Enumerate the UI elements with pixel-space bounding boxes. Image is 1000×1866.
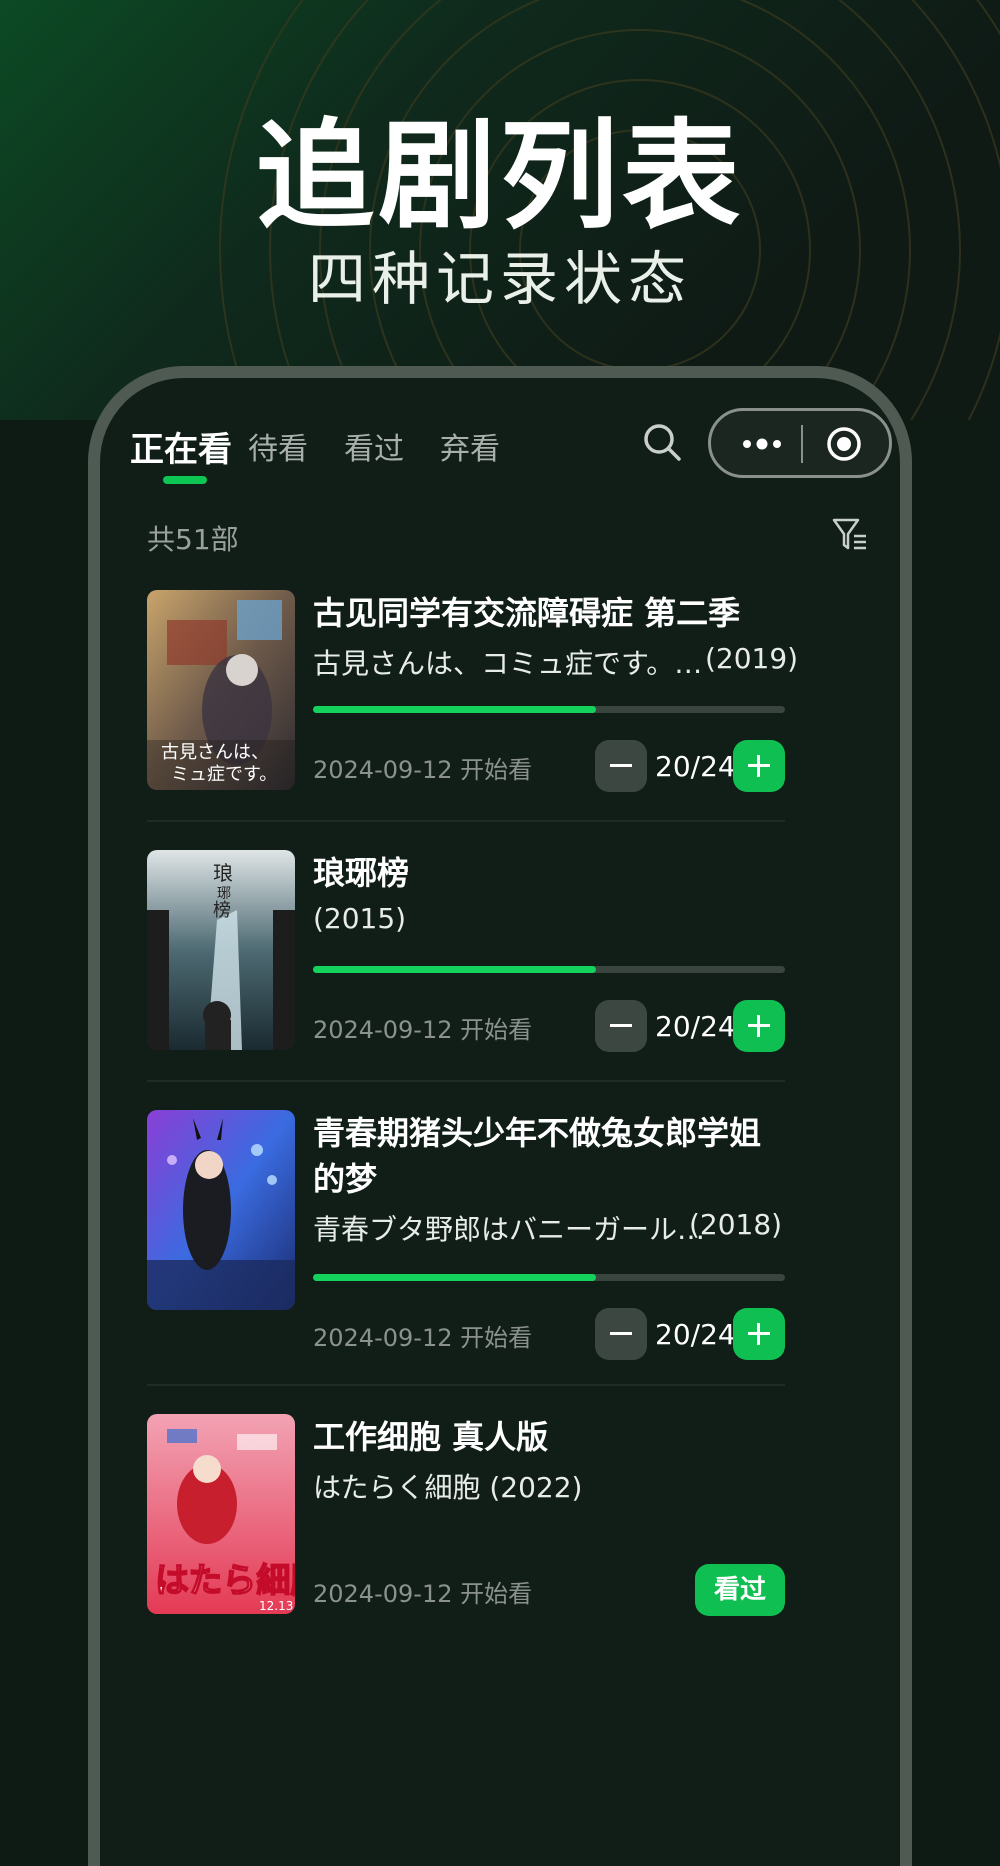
episode-counter: 20/24 xyxy=(655,750,736,783)
svg-text:ミュ症です。: ミュ症です。 xyxy=(171,764,277,785)
start-date: 2024-09-12 开始看 xyxy=(313,1324,533,1352)
decrement-button[interactable] xyxy=(595,1000,647,1052)
svg-text:12.13: 12.13 xyxy=(259,1599,293,1613)
phone-frame: 正在看 待看 看过 弃看 共51部 古見さんは、 ミュ症です。 古见同学有交流障… xyxy=(88,366,912,1866)
hero-subtitle: 四种记录状态 xyxy=(307,245,692,313)
progress-fill xyxy=(313,706,597,713)
item-year: (2019) xyxy=(705,642,799,675)
progress-bar xyxy=(313,966,785,973)
divider xyxy=(147,1384,785,1386)
tab-watching[interactable]: 正在看 xyxy=(130,422,232,471)
svg-text:琅: 琅 xyxy=(213,861,233,885)
episode-counter: 20/24 xyxy=(655,1318,736,1351)
poster-image xyxy=(147,1110,295,1310)
item-title: 青春期猪头少年不做兔女郎学姐的梦 xyxy=(313,1114,762,1198)
item-title: 古见同学有交流障碍症 第二季 xyxy=(313,594,741,632)
increment-button[interactable] xyxy=(733,1308,785,1360)
poster-image: はたら細胞 12.13 xyxy=(147,1414,295,1614)
item-year: (2018) xyxy=(689,1208,783,1241)
progress-bar xyxy=(313,1274,785,1281)
watched-button[interactable]: 看过 xyxy=(695,1564,785,1616)
svg-text:はたら細胞: はたら細胞 xyxy=(155,1561,295,1601)
item-subtitle: 青春ブタ野郎はバニーガール… xyxy=(313,1213,706,1246)
start-date: 2024-09-12 开始看 xyxy=(313,1016,533,1044)
tab-to-watch[interactable]: 待看 xyxy=(248,424,308,468)
item-subtitle: はたらく細胞 (2022) xyxy=(313,1471,583,1504)
start-date: 2024-09-12 开始看 xyxy=(313,1580,533,1608)
item-title: 琅琊榜 xyxy=(313,854,410,892)
item-title: 工作细胞 真人版 xyxy=(313,1418,549,1456)
decrement-button[interactable] xyxy=(595,1308,647,1360)
mini-program-capsule xyxy=(708,408,892,478)
progress-bar xyxy=(313,706,785,713)
search-icon[interactable] xyxy=(640,420,684,464)
item-subtitle: 古見さんは、コミュ症です。… xyxy=(313,647,703,680)
divider xyxy=(147,1080,785,1082)
close-target-icon[interactable] xyxy=(825,425,863,463)
episode-counter: 20/24 xyxy=(655,1010,736,1043)
svg-text:榜: 榜 xyxy=(213,900,231,921)
increment-button[interactable] xyxy=(733,1000,785,1052)
more-icon[interactable] xyxy=(737,425,787,463)
divider xyxy=(147,820,785,822)
poster-image: 古見さんは、 ミュ症です。 xyxy=(147,590,295,790)
capsule-divider xyxy=(801,425,803,463)
tab-indicator xyxy=(163,476,207,484)
svg-text:古見さんは、: 古見さんは、 xyxy=(161,742,269,763)
progress-fill xyxy=(313,1274,597,1281)
poster-image: 琅 琊 榜 xyxy=(147,850,295,1050)
increment-button[interactable] xyxy=(733,740,785,792)
progress-fill xyxy=(313,966,597,973)
total-count: 共51部 xyxy=(147,523,239,556)
filter-icon[interactable] xyxy=(830,514,870,554)
item-subtitle: (2015) xyxy=(313,902,407,935)
start-date: 2024-09-12 开始看 xyxy=(313,756,533,784)
hero-title: 追剧列表 xyxy=(255,107,744,245)
decrement-button[interactable] xyxy=(595,740,647,792)
tab-dropped[interactable]: 弃看 xyxy=(440,424,500,468)
tab-watched[interactable]: 看过 xyxy=(344,424,404,468)
